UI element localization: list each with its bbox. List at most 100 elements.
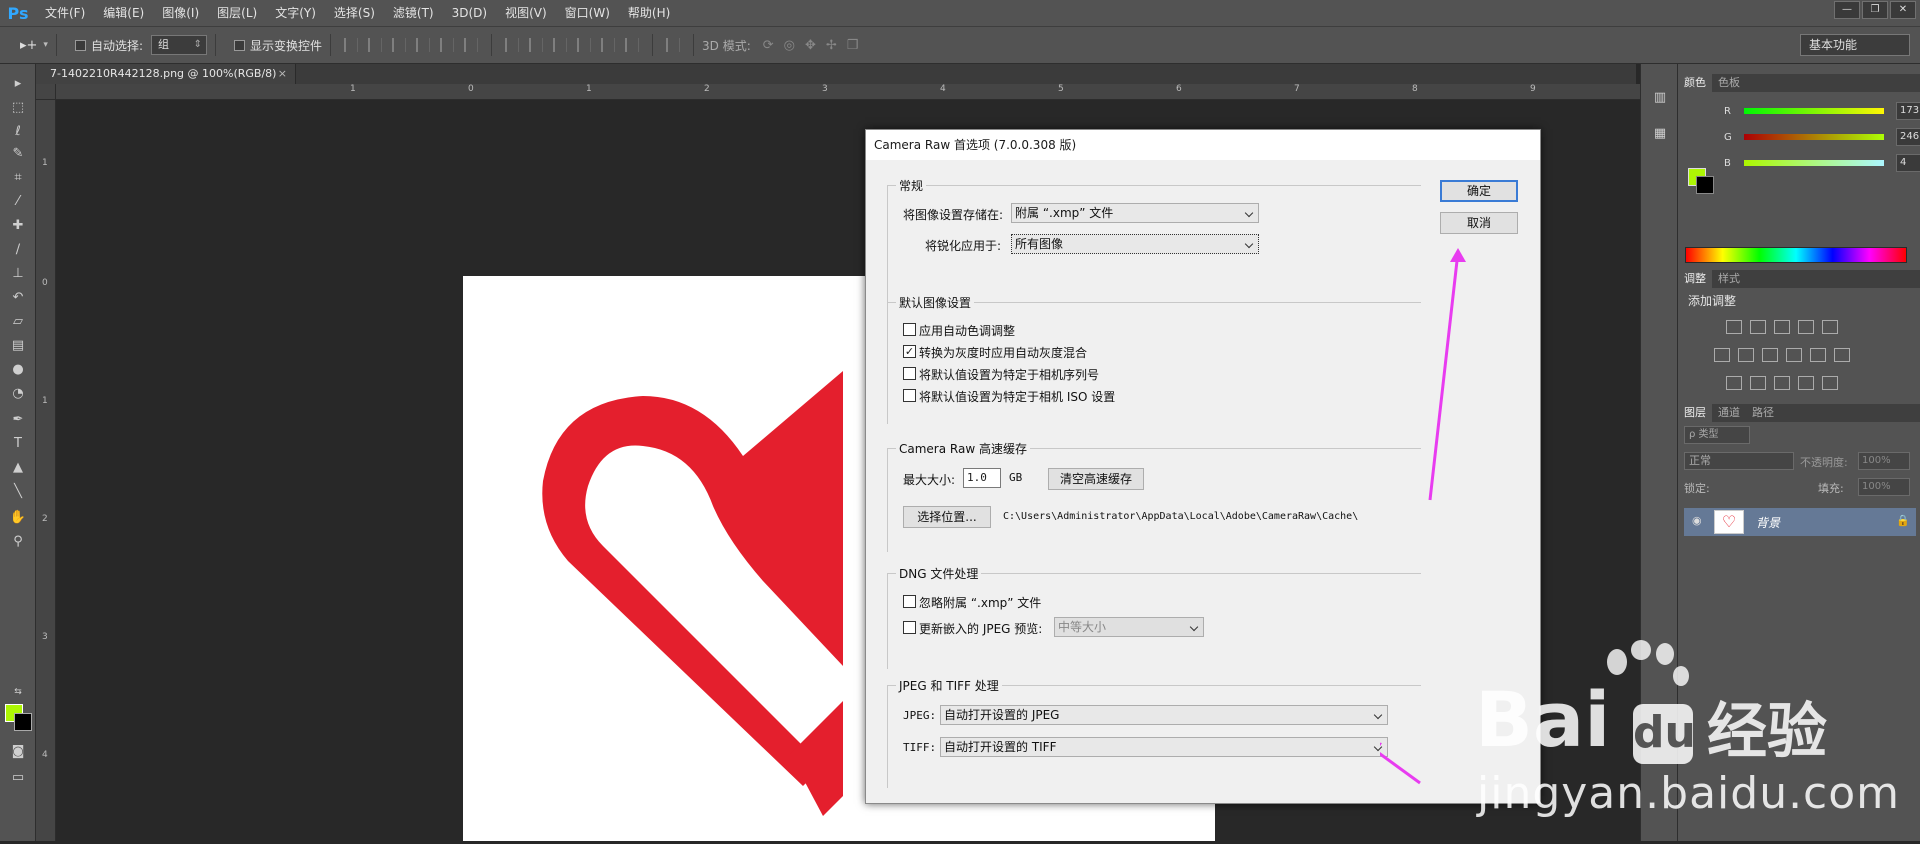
blur-tool-icon[interactable]: ● [8,360,28,380]
menu-file[interactable]: 文件(F) [36,0,94,26]
align-left-icon[interactable] [416,38,431,52]
quick-select-tool-icon[interactable]: ✎ [8,144,28,164]
history-brush-tool-icon[interactable]: ↶ [8,288,28,308]
camera-serial-checkbox[interactable] [903,367,916,380]
g-slider-track[interactable] [1744,134,1884,140]
max-size-input[interactable]: 1.0 [963,468,1001,488]
minimize-button[interactable]: — [1834,1,1860,19]
dodge-tool-icon[interactable]: ◔ [8,384,28,404]
gradient-tool-icon[interactable]: ▤ [8,336,28,356]
slider-g[interactable]: G 246 [1724,128,1920,146]
auto-align-icon[interactable] [666,38,681,52]
save-settings-dropdown[interactable]: 附属 “.xmp” 文件 [1011,203,1259,223]
brush-tool-icon[interactable]: ∕ [8,240,28,260]
align-right-icon[interactable] [464,38,479,52]
layer-filter-dropdown[interactable]: ρ 类型 [1684,426,1750,444]
tab-styles[interactable]: 样式 [1712,270,1746,288]
opacity-input[interactable]: 100% [1858,452,1910,470]
auto-select-dropdown[interactable]: 组 [151,35,207,55]
move-tool-icon[interactable]: ▸+ [20,38,37,53]
distribute-hcenter-icon[interactable] [601,38,616,52]
update-preview-checkbox[interactable] [903,621,916,634]
auto-tone-checkbox[interactable] [903,323,916,336]
tab-channels[interactable]: 通道 [1712,404,1746,422]
history-panel-icon[interactable]: ▥ [1650,88,1670,108]
blend-mode-dropdown[interactable]: 正常 [1684,452,1794,470]
healing-brush-tool-icon[interactable]: ✚ [8,216,28,236]
menu-view[interactable]: 视图(V) [496,0,556,26]
hand-tool-icon[interactable]: ✋ [8,508,28,528]
brightness-icon[interactable] [1726,320,1742,334]
align-hcenter-icon[interactable] [440,38,455,52]
3d-mode-icons[interactable]: ⟳◎✥✢❒ [763,38,869,53]
black-white-icon[interactable] [1762,348,1778,362]
tab-adjustments[interactable]: 调整 [1678,270,1712,288]
quick-mask-icon[interactable]: ◙ [8,742,28,762]
show-transform-checkbox[interactable] [234,39,245,51]
tab-color[interactable]: 颜色 [1678,74,1712,92]
ok-button[interactable]: 确定 [1440,180,1518,202]
menu-window[interactable]: 窗口(W) [556,0,619,26]
panel-background-swatch[interactable] [1696,176,1714,194]
layer-row-background[interactable]: ◉ ♡ 背景 🔒 [1684,508,1916,536]
marquee-tool-icon[interactable]: ⬚ [8,98,28,118]
layer-name[interactable]: 背景 [1756,514,1780,531]
tab-paths[interactable]: 路径 [1746,404,1780,422]
tab-swatches[interactable]: 色板 [1712,74,1746,92]
invert-icon[interactable] [1726,376,1742,390]
b-slider-track[interactable] [1744,160,1884,166]
screen-mode-icon[interactable]: ▭ [8,768,28,788]
align-bottom-icon[interactable] [392,38,407,52]
properties-panel-icon[interactable]: ▦ [1650,124,1670,144]
clone-stamp-tool-icon[interactable]: ⊥ [8,264,28,284]
color-balance-icon[interactable] [1738,348,1754,362]
workspace-dropdown[interactable]: 基本功能 [1800,34,1910,56]
background-color-swatch[interactable] [14,713,32,731]
line-tool-icon[interactable]: ╲ [8,482,28,502]
r-slider-track[interactable] [1744,108,1884,114]
zoom-tool-icon[interactable]: ⚲ [8,532,28,552]
posterize-icon[interactable] [1750,376,1766,390]
color-lookup-icon[interactable] [1834,348,1850,362]
b-value-input[interactable]: 4 [1896,154,1920,172]
curves-icon[interactable] [1774,320,1790,334]
move-tool-icon[interactable]: ▸ [8,74,28,94]
color-spectrum[interactable] [1685,247,1907,263]
threshold-icon[interactable] [1774,376,1790,390]
crop-tool-icon[interactable]: ⌗ [8,168,28,188]
levels-icon[interactable] [1750,320,1766,334]
align-vcenter-icon[interactable] [368,38,383,52]
hue-saturation-icon[interactable] [1714,348,1730,362]
tool-preset-chevron-icon[interactable]: ▾ [43,40,48,50]
menu-select[interactable]: 选择(S) [325,0,384,26]
slider-b[interactable]: B 4 [1724,154,1920,172]
menu-layer[interactable]: 图层(L) [208,0,266,26]
distribute-left-icon[interactable] [577,38,592,52]
document-tab[interactable]: 7-1402210R442128.png @ 100%(RGB/8) × [36,64,296,84]
select-location-button[interactable]: 选择位置... [903,506,991,528]
swap-colors-icon[interactable]: ⇆ [8,682,28,702]
fill-input[interactable]: 100% [1858,478,1910,496]
eyedropper-tool-icon[interactable]: ⁄ [8,192,28,212]
distribute-vcenter-icon[interactable] [529,38,544,52]
cancel-button[interactable]: 取消 [1440,212,1518,234]
vibrance-icon[interactable] [1822,320,1838,334]
menu-edit[interactable]: 编辑(E) [94,0,153,26]
tab-layers[interactable]: 图层 [1678,404,1712,422]
apply-sharpening-dropdown[interactable]: 所有图像 [1011,234,1259,254]
distribute-bottom-icon[interactable] [553,38,568,52]
g-value-input[interactable]: 246 [1896,128,1920,146]
exposure-icon[interactable] [1798,320,1814,334]
menu-image[interactable]: 图像(I) [153,0,208,26]
close-button[interactable]: ✕ [1890,1,1916,19]
menu-3d[interactable]: 3D(D) [443,0,496,26]
gradient-map-icon[interactable] [1822,376,1838,390]
eraser-tool-icon[interactable]: ▱ [8,312,28,332]
r-value-input[interactable]: 173 [1896,102,1920,120]
jpeg-handling-dropdown[interactable]: 自动打开设置的 JPEG [940,705,1388,725]
selective-color-icon[interactable] [1798,376,1814,390]
menu-type[interactable]: 文字(Y) [266,0,325,26]
tiff-handling-dropdown[interactable]: 自动打开设置的 TIFF [940,737,1388,757]
pen-tool-icon[interactable]: ✒ [8,410,28,430]
menu-filter[interactable]: 滤镜(T) [384,0,443,26]
